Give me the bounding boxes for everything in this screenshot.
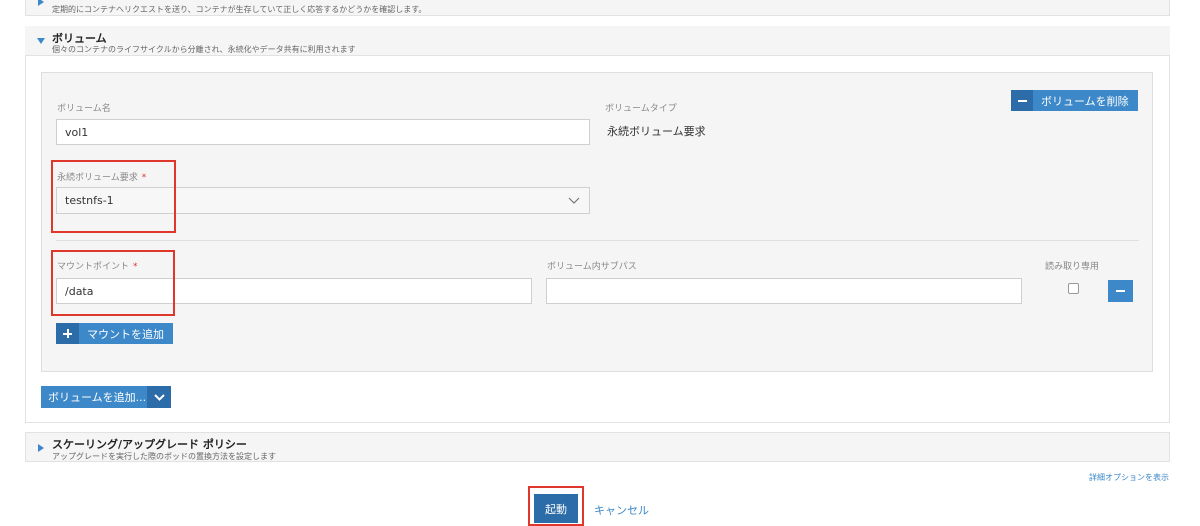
remove-volume-label: ボリュームを削除 [1041,94,1129,108]
health-check-description: 定期的にコンテナへリクエストを送り、コンテナが生存していて正しく応答するかどうか… [52,5,427,14]
add-mount-button[interactable]: マウントを追加 [56,323,173,344]
volume-section-description: 個々のコンテナのライフサイクルから分離され、永続化やデータ共有に利用されます [52,45,356,54]
add-volume-button[interactable]: ボリュームを追加... [41,386,171,408]
add-mount-label: マウントを追加 [87,327,164,341]
scaling-section-header[interactable]: スケーリング/アップグレード ポリシー アップグレードを実行した際のポッドの置換… [25,432,1170,462]
advanced-options-link[interactable]: 詳細オプションを表示 [1089,472,1169,483]
volume-type-value: 永続ボリューム要求 [607,125,706,138]
remove-mount-button[interactable] [1108,280,1133,302]
remove-volume-button[interactable]: ボリュームを削除 [1011,90,1138,111]
minus-icon [1116,290,1125,292]
volume-section-header[interactable]: ボリューム 個々のコンテナのライフサイクルから分離され、永続化やデータ共有に利用… [25,26,1170,56]
chevron-down-icon [153,393,165,401]
mount-divider [56,240,1139,241]
scaling-section-title: スケーリング/アップグレード ポリシー [52,438,247,451]
read-only-checkbox[interactable] [1068,283,1079,294]
highlight-box-pvc [51,160,176,233]
add-volume-label: ボリュームを追加... [48,391,147,404]
volume-name-input[interactable]: vol1 [56,119,590,145]
launch-button[interactable]: 起動 [534,494,578,523]
highlight-box-mount [51,250,175,316]
volume-card [41,72,1153,372]
volume-name-label: ボリューム名 [57,104,111,114]
caret-right-icon [38,444,44,452]
launch-label: 起動 [545,502,567,516]
add-volume-dropdown-toggle[interactable] [147,386,171,408]
caret-right-icon [38,0,44,6]
read-only-label: 読み取り専用 [1045,262,1100,272]
volume-name-value: vol1 [65,125,89,139]
chevron-down-icon [568,197,580,204]
scaling-section-description: アップグレードを実行した際のポッドの置換方法を設定します [52,452,276,461]
minus-icon [1017,99,1027,102]
health-check-section-header[interactable]: 定期的にコンテナへリクエストを送り、コンテナが生存していて正しく応答するかどうか… [25,0,1170,16]
cancel-link[interactable]: キャンセル [594,502,649,518]
sub-path-input[interactable] [546,278,1022,304]
sub-path-label: ボリューム内サブパス [547,262,637,272]
plus-icon [63,329,72,338]
caret-down-icon [37,38,45,44]
volume-type-label: ボリュームタイプ [605,104,677,114]
